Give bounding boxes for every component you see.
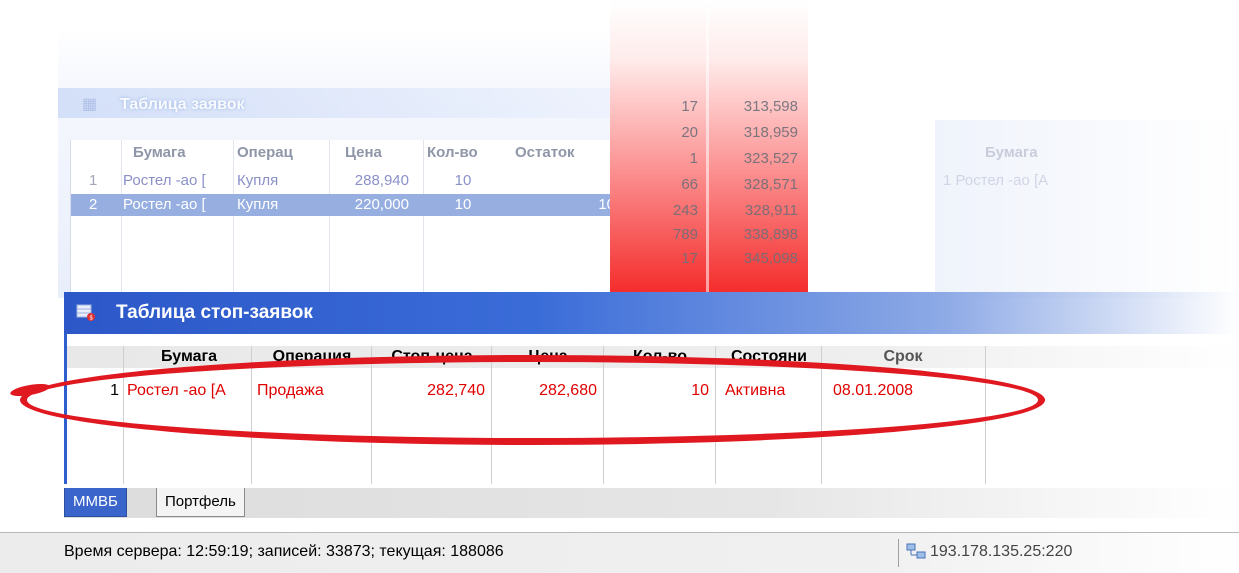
- highlight-ellipse: [20, 355, 1045, 445]
- right-panel-header: Бумага: [985, 144, 1038, 161]
- orders-col-qty[interactable]: Кол-во: [427, 140, 507, 166]
- ladder-price: 345,098: [743, 250, 798, 267]
- row-number: 2: [89, 196, 98, 213]
- cell-operation: Купля: [237, 196, 279, 213]
- right-panel: Бумага 1 Ростел -ао [А: [935, 120, 1239, 298]
- orders-col-operation[interactable]: Операц: [237, 140, 327, 166]
- price-ladder: 17 313,598 20 318,959 1 323,527 66 328,5…: [610, 0, 808, 298]
- stop-table-icon: $: [76, 304, 95, 322]
- cell-operation: Купля: [237, 172, 279, 189]
- ladder-price: 313,598: [743, 98, 798, 115]
- table-icon: ▦: [82, 96, 98, 113]
- stop-orders-title: Таблица стоп-заявок: [116, 302, 313, 323]
- cell-qty: 10: [454, 172, 472, 189]
- cell-qty: 10: [454, 196, 472, 213]
- ladder-price: 338,898: [743, 226, 798, 243]
- status-bar: Время сервера: 12:59:19; записей: 33873;…: [0, 532, 1239, 573]
- tab-mmvb[interactable]: ММВБ: [64, 488, 127, 517]
- cell-price: 288,940: [354, 172, 409, 189]
- row-number: 1: [89, 172, 98, 189]
- network-icon: [906, 543, 926, 559]
- server-address: 193.178.135.25:220: [930, 543, 1073, 560]
- orders-col-price[interactable]: Цена: [345, 140, 425, 166]
- cell-paper: Ростел -ао [: [123, 172, 206, 189]
- ladder-qty: 66: [681, 176, 698, 193]
- orders-grid: Бумага Операц Цена Кол-во Остаток 1 Рост…: [70, 140, 619, 300]
- ladder-qty: 243: [672, 202, 698, 219]
- ladder-qty: 1: [689, 150, 698, 167]
- orders-titlebar[interactable]: ▦ Таблица заявок: [58, 88, 618, 118]
- ladder-qty: 789: [672, 226, 698, 243]
- ladder-qty: 17: [681, 250, 698, 267]
- tab-bar: ММВБ Портфель: [64, 488, 1239, 518]
- stop-orders-titlebar[interactable]: $ Таблица стоп-заявок: [64, 292, 1239, 334]
- cell-paper: Ростел -ао [: [123, 196, 206, 213]
- status-text: Время сервера: 12:59:19; записей: 33873;…: [64, 543, 504, 560]
- orders-title: Таблица заявок: [120, 96, 245, 113]
- cell-rest: 10: [598, 196, 615, 213]
- orders-col-rest[interactable]: Остаток: [515, 140, 619, 166]
- ladder-price: 318,959: [743, 124, 798, 141]
- ladder-qty: 20: [681, 124, 698, 141]
- ladder-price: 328,911: [744, 202, 798, 219]
- right-panel-row: 1 Ростел -ао [А: [943, 172, 1049, 189]
- cell-price: 220,000: [354, 196, 409, 213]
- orders-col-paper[interactable]: Бумага: [133, 140, 233, 166]
- orders-window: ▦ Таблица заявок Бумага Операц Цена Кол-…: [58, 28, 619, 300]
- svg-text:$: $: [89, 315, 93, 322]
- ladder-qty: 17: [681, 98, 698, 115]
- ladder-price: 328,571: [743, 176, 798, 193]
- ladder-price: 323,527: [743, 150, 798, 167]
- tab-portfolio[interactable]: Портфель: [156, 488, 245, 517]
